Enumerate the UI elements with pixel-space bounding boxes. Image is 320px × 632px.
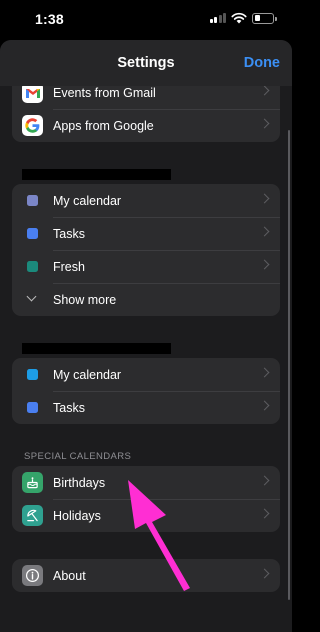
status-time: 1:38 (35, 11, 64, 27)
wifi-icon (231, 12, 247, 24)
account-label: Events from Gmail (53, 85, 156, 100)
chevron-right-icon (259, 259, 270, 270)
info-icon (22, 565, 43, 586)
cellular-signal-icon (209, 13, 226, 23)
account-1-calendars-group: My calendar Tasks Fresh Show more (12, 184, 280, 316)
calendar-color-swatch (27, 228, 38, 239)
chevron-right-icon (259, 400, 270, 411)
about-group: About (12, 559, 280, 592)
redacted-account-name (22, 343, 171, 354)
account-label: Apps from Google (53, 118, 154, 133)
calendar-row[interactable]: My calendar (12, 184, 280, 217)
special-calendars-group: Birthdays Holidays (12, 466, 280, 532)
special-calendars-header: SPECIAL CALENDARS (24, 451, 132, 462)
chevron-right-icon (259, 226, 270, 237)
show-more-button[interactable]: Show more (12, 283, 280, 316)
calendar-label: My calendar (53, 367, 122, 382)
chevron-down-icon (26, 291, 37, 302)
chevron-right-icon (259, 367, 270, 378)
account-2-calendars-group: My calendar Tasks (12, 358, 280, 424)
birthdays-row[interactable]: Birthdays (12, 466, 280, 499)
chevron-right-icon (259, 118, 270, 129)
calendar-color-swatch (27, 195, 38, 206)
chevron-right-icon (259, 193, 270, 204)
calendar-row[interactable]: Tasks (12, 217, 280, 250)
redacted-account-name (22, 169, 171, 180)
chevron-right-icon (259, 85, 270, 96)
calendar-label: Tasks (53, 400, 85, 415)
birthdays-label: Birthdays (53, 475, 106, 490)
calendar-row[interactable]: Fresh (12, 250, 280, 283)
about-row[interactable]: About (12, 559, 280, 592)
show-more-label: Show more (53, 292, 117, 307)
status-bar: 1:38 (0, 0, 292, 38)
chevron-right-icon (259, 508, 270, 519)
about-label: About (53, 568, 86, 583)
birthday-cake-icon (22, 472, 43, 493)
settings-sheet: Settings Done Events from Gmail Apps fro… (0, 40, 292, 632)
chevron-right-icon (259, 475, 270, 486)
nav-bar: Settings Done (0, 40, 292, 86)
scrollbar[interactable] (287, 130, 290, 600)
google-icon (22, 115, 43, 136)
chevron-right-icon (259, 568, 270, 579)
calendar-label: Tasks (53, 226, 85, 241)
holiday-umbrella-icon (22, 505, 43, 526)
calendar-color-swatch (27, 369, 38, 380)
calendar-label: My calendar (53, 193, 122, 208)
calendar-row[interactable]: My calendar (12, 358, 280, 391)
done-button[interactable]: Done (244, 55, 280, 71)
calendar-color-swatch (27, 402, 38, 413)
calendar-row[interactable]: Tasks (12, 391, 280, 424)
calendar-label: Fresh (53, 259, 85, 274)
status-icons (209, 12, 277, 24)
calendar-color-swatch (27, 261, 38, 272)
battery-icon (252, 12, 277, 24)
holidays-label: Holidays (53, 508, 101, 523)
holidays-row[interactable]: Holidays (12, 499, 280, 532)
account-row-google[interactable]: Apps from Google (12, 109, 280, 142)
